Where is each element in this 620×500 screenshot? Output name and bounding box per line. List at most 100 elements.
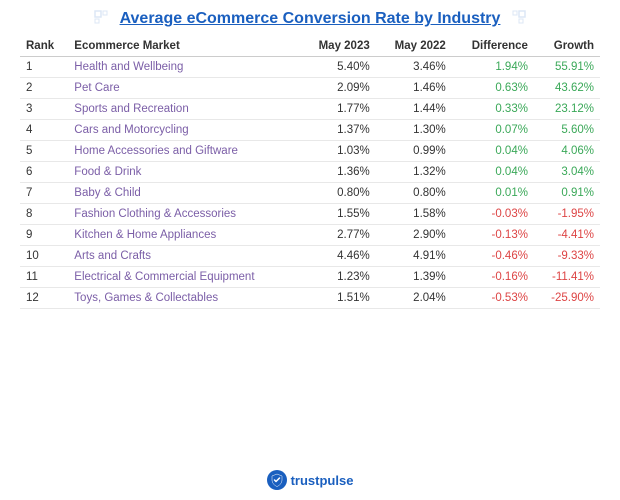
trustpulse-icon [267, 470, 287, 490]
cell-rank: 6 [20, 162, 68, 183]
cell-difference: -0.16% [452, 267, 534, 288]
cell-market: Sports and Recreation [68, 99, 299, 120]
cell-may2023: 1.51% [300, 288, 376, 309]
trustpulse-logo: trustpulse [267, 470, 354, 490]
cell-may2022: 4.91% [376, 246, 452, 267]
table-row: 8Fashion Clothing & Accessories1.55%1.58… [20, 204, 600, 225]
cell-may2023: 0.80% [300, 183, 376, 204]
cell-rank: 3 [20, 99, 68, 120]
table-row: 6Food & Drink1.36%1.32%0.04%3.04% [20, 162, 600, 183]
cell-rank: 1 [20, 57, 68, 78]
cell-rank: 8 [20, 204, 68, 225]
cell-may2022: 2.04% [376, 288, 452, 309]
conversion-table: Rank Ecommerce Market May 2023 May 2022 … [20, 36, 600, 309]
table-row: 11Electrical & Commercial Equipment1.23%… [20, 267, 600, 288]
table-row: 12Toys, Games & Collectables1.51%2.04%-0… [20, 288, 600, 309]
top-right-decor [508, 10, 526, 28]
cell-rank: 10 [20, 246, 68, 267]
cell-may2022: 1.58% [376, 204, 452, 225]
table-body: 1Health and Wellbeing5.40%3.46%1.94%55.9… [20, 57, 600, 309]
cell-rank: 12 [20, 288, 68, 309]
cell-rank: 5 [20, 141, 68, 162]
cell-may2022: 1.32% [376, 162, 452, 183]
table-row: 4Cars and Motorcycling1.37%1.30%0.07%5.6… [20, 120, 600, 141]
cell-rank: 9 [20, 225, 68, 246]
col-difference: Difference [452, 36, 534, 57]
cell-market: Cars and Motorcycling [68, 120, 299, 141]
cell-difference: 0.04% [452, 162, 534, 183]
cell-may2022: 1.39% [376, 267, 452, 288]
table-row: 3Sports and Recreation1.77%1.44%0.33%23.… [20, 99, 600, 120]
cell-may2023: 1.77% [300, 99, 376, 120]
col-growth: Growth [534, 36, 600, 57]
cell-growth: 55.91% [534, 57, 600, 78]
cell-difference: 0.07% [452, 120, 534, 141]
cell-may2023: 1.55% [300, 204, 376, 225]
cell-may2022: 1.44% [376, 99, 452, 120]
cell-market: Baby & Child [68, 183, 299, 204]
cell-may2022: 0.99% [376, 141, 452, 162]
cell-market: Home Accessories and Giftware [68, 141, 299, 162]
table-row: 10Arts and Crafts4.46%4.91%-0.46%-9.33% [20, 246, 600, 267]
cell-difference: 0.63% [452, 78, 534, 99]
cell-growth: -9.33% [534, 246, 600, 267]
cell-growth: 0.91% [534, 183, 600, 204]
cell-market: Fashion Clothing & Accessories [68, 204, 299, 225]
cell-market: Arts and Crafts [68, 246, 299, 267]
top-left-decor [94, 10, 112, 28]
trustpulse-text: trustpulse [291, 473, 354, 488]
col-may2022: May 2022 [376, 36, 452, 57]
cell-market: Electrical & Commercial Equipment [68, 267, 299, 288]
cell-difference: -0.46% [452, 246, 534, 267]
cell-growth: -1.95% [534, 204, 600, 225]
table-wrapper: Rank Ecommerce Market May 2023 May 2022 … [20, 36, 600, 464]
cell-growth: 43.62% [534, 78, 600, 99]
cell-difference: -0.03% [452, 204, 534, 225]
col-may2023: May 2023 [300, 36, 376, 57]
cell-may2022: 3.46% [376, 57, 452, 78]
cell-may2022: 1.46% [376, 78, 452, 99]
page-title: Average eCommerce Conversion Rate by Ind… [120, 10, 501, 28]
cell-may2023: 2.09% [300, 78, 376, 99]
cell-may2023: 5.40% [300, 57, 376, 78]
cell-rank: 4 [20, 120, 68, 141]
cell-market: Kitchen & Home Appliances [68, 225, 299, 246]
col-rank: Rank [20, 36, 68, 57]
cell-difference: -0.13% [452, 225, 534, 246]
cell-may2023: 2.77% [300, 225, 376, 246]
table-header: Rank Ecommerce Market May 2023 May 2022 … [20, 36, 600, 57]
table-row: 5Home Accessories and Giftware1.03%0.99%… [20, 141, 600, 162]
cell-may2023: 4.46% [300, 246, 376, 267]
table-row: 1Health and Wellbeing5.40%3.46%1.94%55.9… [20, 57, 600, 78]
cell-growth: 5.60% [534, 120, 600, 141]
cell-may2022: 2.90% [376, 225, 452, 246]
cell-market: Food & Drink [68, 162, 299, 183]
cell-may2023: 1.03% [300, 141, 376, 162]
cell-growth: 3.04% [534, 162, 600, 183]
table-row: 2Pet Care2.09%1.46%0.63%43.62% [20, 78, 600, 99]
cell-market: Pet Care [68, 78, 299, 99]
cell-market: Health and Wellbeing [68, 57, 299, 78]
table-row: 7Baby & Child0.80%0.80%0.01%0.91% [20, 183, 600, 204]
cell-may2022: 1.30% [376, 120, 452, 141]
cell-growth: 4.06% [534, 141, 600, 162]
cell-growth: -11.41% [534, 267, 600, 288]
cell-rank: 2 [20, 78, 68, 99]
cell-difference: 0.01% [452, 183, 534, 204]
cell-may2023: 1.37% [300, 120, 376, 141]
footer: trustpulse [267, 470, 354, 490]
cell-may2023: 1.36% [300, 162, 376, 183]
cell-growth: 23.12% [534, 99, 600, 120]
cell-growth: -25.90% [534, 288, 600, 309]
cell-may2022: 0.80% [376, 183, 452, 204]
cell-difference: -0.53% [452, 288, 534, 309]
cell-growth: -4.41% [534, 225, 600, 246]
cell-difference: 0.33% [452, 99, 534, 120]
cell-difference: 0.04% [452, 141, 534, 162]
table-row: 9Kitchen & Home Appliances2.77%2.90%-0.1… [20, 225, 600, 246]
col-market: Ecommerce Market [68, 36, 299, 57]
shield-check-icon [270, 473, 284, 487]
cell-rank: 11 [20, 267, 68, 288]
cell-may2023: 1.23% [300, 267, 376, 288]
cell-difference: 1.94% [452, 57, 534, 78]
